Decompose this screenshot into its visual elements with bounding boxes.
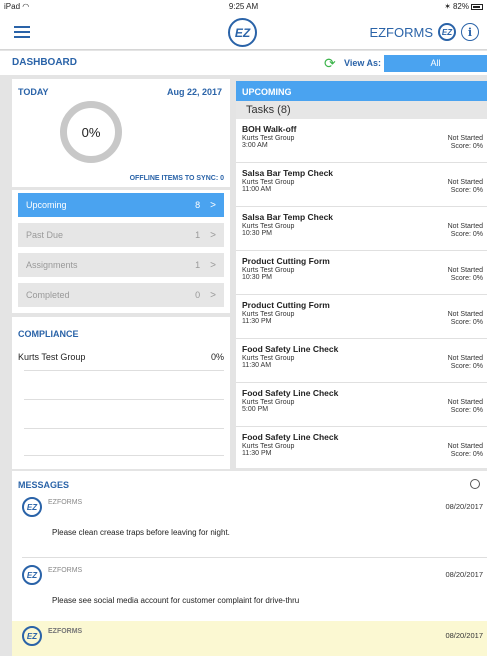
today-date: Aug 22, 2017 — [166, 87, 222, 97]
category-past-due[interactable]: Past Due 1 > — [18, 223, 224, 247]
refresh-icon[interactable]: ⟳ — [324, 56, 336, 70]
battery-percent: 82% — [452, 2, 469, 11]
compliance-row[interactable]: Kurts Test Group 0% — [18, 352, 224, 362]
category-assignments[interactable]: Assignments 1 > — [18, 253, 224, 277]
upcoming-panel: UPCOMING Tasks (8) BOH Walk-off Kurts Te… — [236, 81, 487, 468]
task-row[interactable]: Product Cutting Form Kurts Test Group 10… — [236, 251, 487, 295]
messages-panel: MESSAGES EZ EZFORMS 08/20/2017 Please cl… — [12, 471, 487, 656]
chevron-right-icon: > — [210, 229, 216, 241]
select-all-radio[interactable] — [470, 479, 480, 489]
brand: EZFORMS EZ i — [369, 23, 479, 41]
today-panel: TODAY Aug 22, 2017 0% OFFLINE ITEMS TO S… — [12, 79, 230, 469]
chevron-right-icon: > — [210, 259, 216, 271]
today-title: TODAY — [18, 87, 49, 97]
message-text: Please see social media account for cust… — [52, 596, 300, 605]
message-date: 08/20/2017 — [445, 570, 483, 579]
progress-value: 0% — [81, 124, 101, 140]
app-logo[interactable]: EZ — [228, 18, 257, 47]
task-list: BOH Walk-off Kurts Test Group 3:00 AM No… — [236, 119, 487, 468]
offline-sync-count: OFFLINE ITEMS TO SYNC: 0 — [129, 175, 224, 182]
brand-name: EZFORMS — [369, 24, 433, 40]
brand-logo-icon[interactable]: EZ — [438, 23, 456, 41]
task-row[interactable]: Food Safety Line Check Kurts Test Group … — [236, 339, 487, 383]
tasks-heading: Tasks (8) — [236, 101, 487, 119]
status-bar: iPad ◠ 9:25 AM ✶ 82% — [0, 0, 487, 14]
compliance-group: Kurts Test Group — [18, 352, 86, 362]
upcoming-title: UPCOMING — [236, 81, 487, 101]
task-row[interactable]: Salsa Bar Temp Check Kurts Test Group 10… — [236, 207, 487, 251]
message-date: 08/20/2017 — [445, 502, 483, 511]
clock: 9:25 AM — [228, 2, 259, 11]
category-upcoming[interactable]: Upcoming 8 > — [18, 193, 224, 217]
message-item[interactable]: EZ EZFORMS 08/20/2017 Please clean creas… — [12, 497, 487, 557]
category-list: Upcoming 8 > Past Due 1 > Assignments 1 … — [18, 193, 224, 313]
chevron-right-icon: > — [210, 289, 216, 301]
info-icon[interactable]: i — [461, 23, 479, 41]
compliance-title: COMPLIANCE — [18, 329, 79, 339]
message-item-highlighted[interactable]: EZ EZFORMS 08/20/2017 — [12, 621, 487, 656]
message-sender: EZFORMS — [48, 628, 83, 635]
view-as-select[interactable]: All — [384, 55, 487, 72]
message-date: 08/20/2017 — [445, 631, 483, 640]
message-sender: EZFORMS — [48, 567, 83, 574]
battery-icon — [471, 3, 483, 10]
bluetooth-icon: ✶ — [444, 2, 451, 11]
sender-logo-icon: EZ — [22, 626, 42, 646]
chevron-right-icon: > — [210, 199, 216, 211]
category-completed[interactable]: Completed 0 > — [18, 283, 224, 307]
task-row[interactable]: Salsa Bar Temp Check Kurts Test Group 11… — [236, 163, 487, 207]
progress-ring: 0% — [60, 101, 122, 163]
message-item[interactable]: EZ EZFORMS 08/20/2017 Please see social … — [12, 565, 487, 625]
message-sender: EZFORMS — [48, 499, 83, 506]
menu-icon[interactable] — [14, 26, 30, 38]
task-row[interactable]: BOH Walk-off Kurts Test Group 3:00 AM No… — [236, 119, 487, 163]
task-row[interactable]: Food Safety Line Check Kurts Test Group … — [236, 427, 487, 468]
nav-bar: EZ EZFORMS EZ i — [0, 14, 487, 50]
sender-logo-icon: EZ — [22, 497, 42, 517]
message-text: Please clean crease traps before leaving… — [52, 528, 230, 537]
messages-title: MESSAGES — [18, 480, 70, 490]
view-as-label: View As: — [344, 58, 382, 68]
page-title: DASHBOARD — [12, 57, 77, 68]
task-row[interactable]: Food Safety Line Check Kurts Test Group … — [236, 383, 487, 427]
sender-logo-icon: EZ — [22, 565, 42, 585]
task-row[interactable]: Product Cutting Form Kurts Test Group 11… — [236, 295, 487, 339]
dashboard-bar: DASHBOARD ⟳ View As: All — [0, 51, 487, 75]
compliance-value: 0% — [210, 352, 224, 362]
